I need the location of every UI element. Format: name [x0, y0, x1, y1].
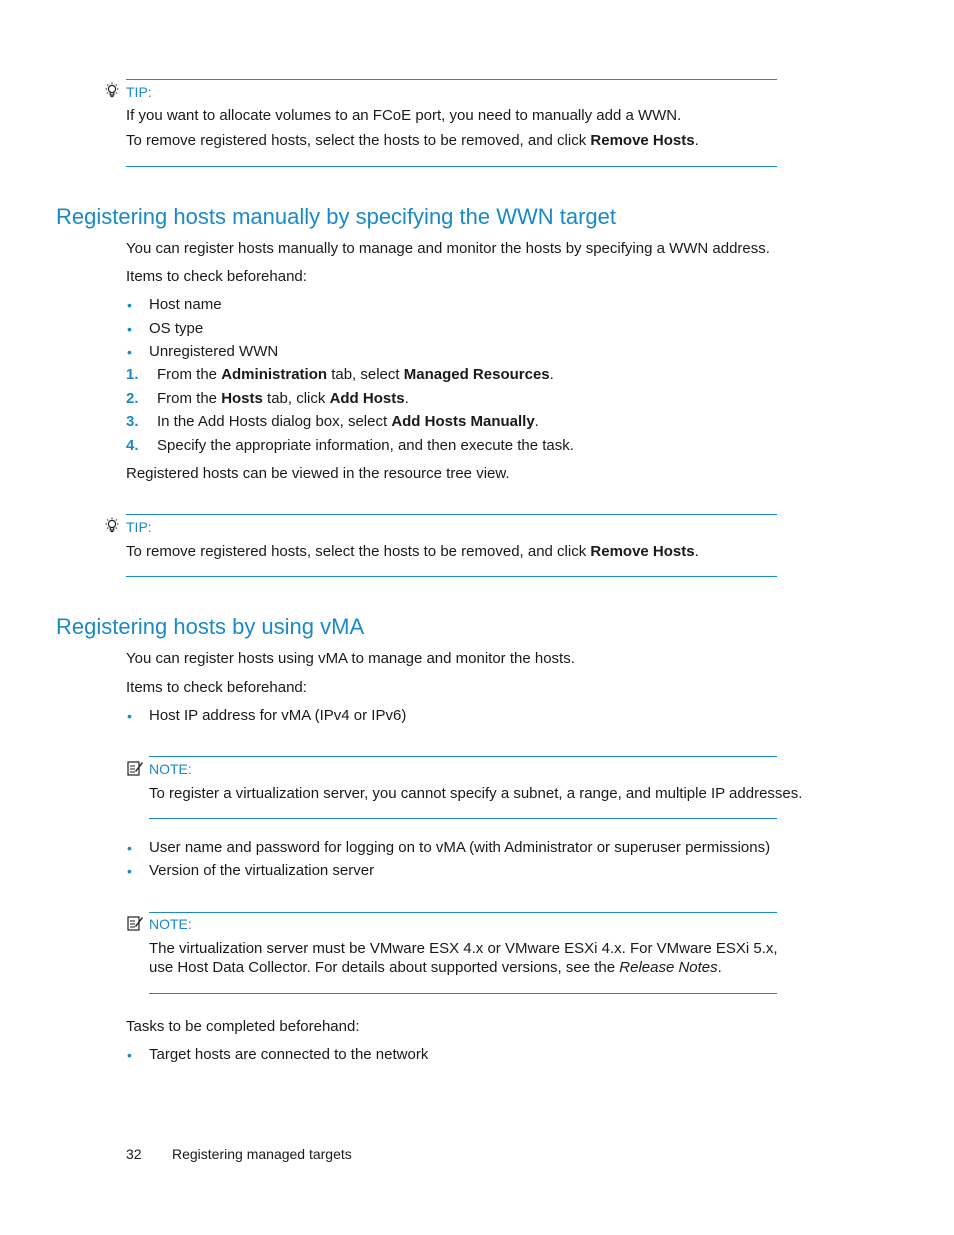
note2-line-2-text: use Host Data Collector. For details abo… [149, 959, 620, 976]
section1-heading: Registering hosts manually by specifying… [56, 204, 617, 229]
bullet-icon: • [127, 321, 132, 337]
tip2-line: To remove registered hosts, select the h… [126, 543, 699, 561]
list-item: Target hosts are connected to the networ… [149, 1046, 429, 1063]
tip2-label: TIP: [126, 519, 152, 535]
note1-text: To register a virtualization server, you… [149, 785, 803, 802]
step-text: In the Add Hosts dialog box, select Add … [157, 413, 539, 431]
note-pencil-icon [127, 916, 143, 931]
step-text-part: . [404, 390, 409, 407]
step-text-part: tab, select [327, 366, 404, 383]
bullet-icon: • [127, 708, 132, 724]
step-number: 2. [126, 390, 139, 407]
note2-label: NOTE: [149, 916, 192, 932]
step-number: 1. [126, 366, 139, 383]
step-text: From the Administration tab, select Mana… [157, 366, 554, 384]
tip1-top-rule [126, 79, 777, 80]
list-item: User name and password for logging on to… [149, 839, 771, 856]
bullet-icon: • [127, 344, 132, 360]
step-text: From the Hosts tab, click Add Hosts. [157, 390, 409, 408]
section1-check-label: Items to check beforehand: [126, 268, 307, 285]
step-text: Specify the appropriate information, and… [157, 437, 574, 454]
bullet-icon: • [127, 1047, 132, 1063]
hosts-term: Hosts [221, 390, 263, 407]
tip2-text: To remove registered hosts, select the h… [126, 543, 591, 560]
tip1-line-1: If you want to allocate volumes to an FC… [126, 107, 682, 124]
section1-after: Registered hosts can be viewed in the re… [126, 465, 510, 482]
step-text-part: tab, click [262, 390, 330, 407]
lightbulb-icon [105, 517, 119, 533]
section2-check-label: Items to check beforehand: [126, 679, 307, 696]
list-item: Unregistered WWN [149, 343, 279, 360]
step-number: 4. [126, 437, 139, 454]
tip1-line-2-end: . [694, 132, 699, 149]
tip1-line-2-text: To remove registered hosts, select the h… [126, 132, 591, 149]
list-item: Host IP address for vMA (IPv4 or IPv6) [149, 707, 407, 724]
step-text-part: From the [157, 366, 222, 383]
list-item: Host name [149, 296, 222, 313]
note2-line-2-end: . [717, 959, 722, 976]
bullet-icon: • [127, 863, 132, 879]
release-notes-ref: Release Notes [619, 959, 718, 976]
tip1-label: TIP: [126, 84, 152, 100]
note1-bottom-rule [149, 818, 777, 819]
footer-chapter: Registering managed targets [172, 1146, 352, 1162]
tip2-bottom-rule [126, 576, 777, 577]
managed-resources-term: Managed Resources [403, 366, 550, 383]
note2-line-1: The virtualization server must be VMware… [149, 940, 778, 957]
note2-top-rule [149, 912, 777, 913]
note1-top-rule [149, 756, 777, 757]
bullet-icon: • [127, 840, 132, 856]
tip1-line-2: To remove registered hosts, select the h… [126, 132, 699, 150]
section2-tasks-label: Tasks to be completed beforehand: [126, 1018, 360, 1035]
note2-bottom-rule [149, 993, 777, 994]
step-text-part: . [549, 366, 554, 383]
note2-line-2: use Host Data Collector. For details abo… [149, 959, 722, 977]
step-number: 3. [126, 413, 139, 430]
tip1-bottom-rule [126, 166, 777, 167]
section2-heading: Registering hosts by using vMA [56, 614, 365, 639]
note-pencil-icon [127, 761, 143, 776]
add-hosts-term: Add Hosts [329, 390, 405, 407]
list-item: Version of the virtualization server [149, 862, 375, 879]
remove-hosts-term: Remove Hosts [590, 132, 695, 149]
bullet-icon: • [127, 297, 132, 313]
remove-hosts-term: Remove Hosts [590, 543, 695, 560]
tip2-top-rule [126, 514, 777, 515]
administration-term: Administration [221, 366, 328, 383]
tip2-text-end: . [694, 543, 699, 560]
step-text-part: From the [157, 390, 222, 407]
step-text-part: In the Add Hosts dialog box, select [157, 413, 392, 430]
lightbulb-icon [105, 82, 119, 98]
page-number: 32 [126, 1146, 142, 1162]
list-item: OS type [149, 320, 204, 337]
section2-intro: You can register hosts using vMA to mana… [126, 650, 575, 667]
add-hosts-manually-term: Add Hosts Manually [391, 413, 535, 430]
step-text-part: . [534, 413, 539, 430]
note1-label: NOTE: [149, 761, 192, 777]
section1-intro: You can register hosts manually to manag… [126, 240, 770, 257]
